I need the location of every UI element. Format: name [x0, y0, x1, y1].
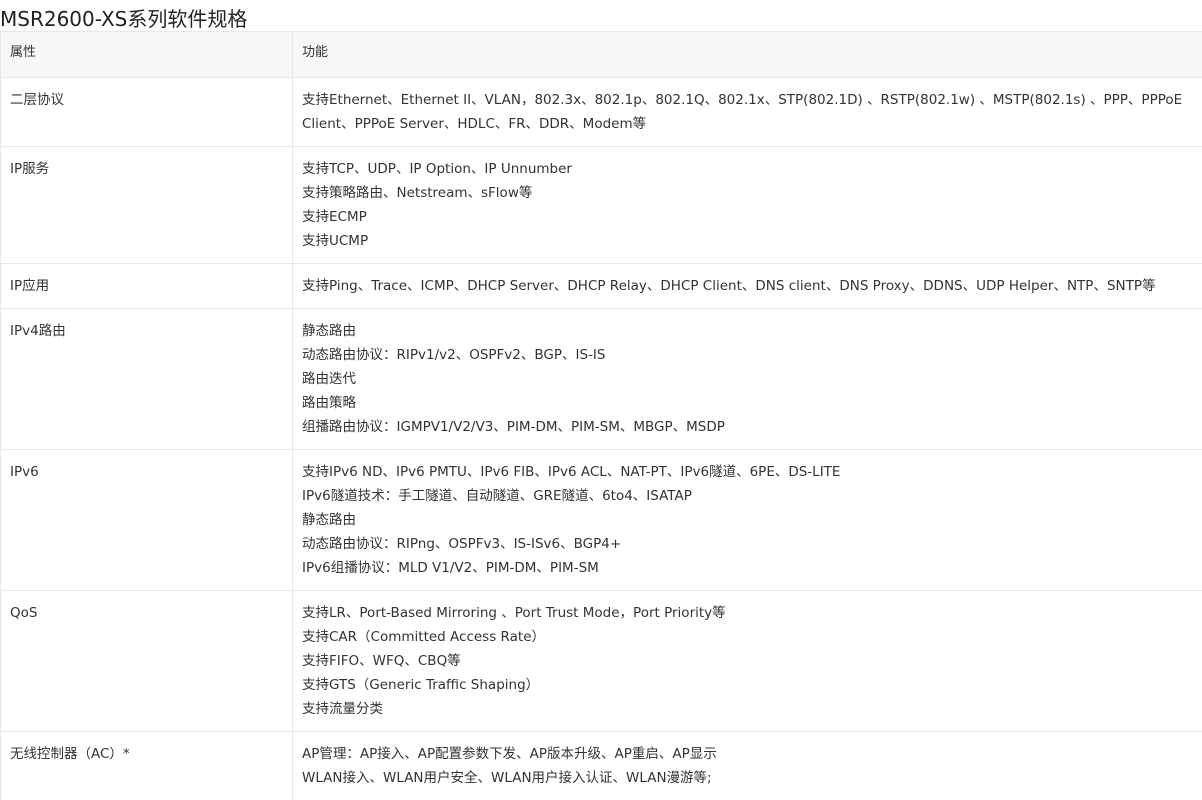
- feature-line: 路由迭代: [302, 367, 1194, 391]
- table-row: IP服务 支持TCP、UDP、IP Option、IP Unnumber 支持策…: [1, 147, 1202, 264]
- feature-line: 支持流量分类: [302, 697, 1194, 721]
- feature-line: 支持FIFO、WFQ、CBQ等: [302, 649, 1194, 673]
- row-features: 支持Ethernet、Ethernet II、VLAN，802.3x、802.1…: [293, 78, 1202, 147]
- row-features: 支持LR、Port-Based Mirroring 、Port Trust Mo…: [293, 591, 1202, 732]
- feature-line: AP管理：AP接入、AP配置参数下发、AP版本升级、AP重启、AP显示: [302, 742, 1194, 766]
- feature-line: 支持CAR（Committed Access Rate）: [302, 625, 1194, 649]
- table-header-row: 属性 功能: [1, 32, 1202, 78]
- page-title: MSR2600-XS系列软件规格: [0, 6, 247, 32]
- row-features: 支持TCP、UDP、IP Option、IP Unnumber 支持策略路由、N…: [293, 147, 1202, 264]
- feature-line: 动态路由协议：RIPng、OSPFv3、IS-ISv6、BGP4+: [302, 532, 1194, 556]
- feature-line: 支持LR、Port-Based Mirroring 、Port Trust Mo…: [302, 601, 1194, 625]
- feature-line: 支持GTS（Generic Traffic Shaping）: [302, 673, 1194, 697]
- row-features: AP管理：AP接入、AP配置参数下发、AP版本升级、AP重启、AP显示 WLAN…: [293, 732, 1202, 800]
- feature-line: 静态路由: [302, 319, 1194, 343]
- feature-line: 支持TCP、UDP、IP Option、IP Unnumber: [302, 157, 1194, 181]
- spec-table: 属性 功能 二层协议 支持Ethernet、Ethernet II、VLAN，8…: [0, 31, 1202, 800]
- row-attribute: IP应用: [1, 264, 293, 309]
- column-header-attribute: 属性: [1, 32, 293, 78]
- table-row: IPv4路由 静态路由 动态路由协议：RIPv1/v2、OSPFv2、BGP、I…: [1, 309, 1202, 450]
- feature-line: 支持IPv6 ND、IPv6 PMTU、IPv6 FIB、IPv6 ACL、NA…: [302, 460, 1194, 484]
- column-header-feature: 功能: [293, 32, 1202, 78]
- feature-line: WLAN接入、WLAN用户安全、WLAN用户接入认证、WLAN漫游等;: [302, 766, 1194, 790]
- table-row: IPv6 支持IPv6 ND、IPv6 PMTU、IPv6 FIB、IPv6 A…: [1, 450, 1202, 591]
- row-attribute: IPv4路由: [1, 309, 293, 450]
- feature-line: 支持Ping、Trace、ICMP、DHCP Server、DHCP Relay…: [302, 274, 1194, 298]
- feature-line: 支持UCMP: [302, 229, 1194, 253]
- feature-line: 路由策略: [302, 391, 1194, 415]
- feature-line: 组播路由协议：IGMPV1/V2/V3、PIM-DM、PIM-SM、MBGP、M…: [302, 415, 1194, 439]
- row-features: 支持Ping、Trace、ICMP、DHCP Server、DHCP Relay…: [293, 264, 1202, 309]
- row-attribute: IP服务: [1, 147, 293, 264]
- feature-line: IPv6隧道技术：手工隧道、自动隧道、GRE隧道、6to4、ISATAP: [302, 484, 1194, 508]
- feature-line: 静态路由: [302, 508, 1194, 532]
- row-attribute: IPv6: [1, 450, 293, 591]
- row-features: 支持IPv6 ND、IPv6 PMTU、IPv6 FIB、IPv6 ACL、NA…: [293, 450, 1202, 591]
- table-row: IP应用 支持Ping、Trace、ICMP、DHCP Server、DHCP …: [1, 264, 1202, 309]
- table-row: QoS 支持LR、Port-Based Mirroring 、Port Trus…: [1, 591, 1202, 732]
- feature-line: 支持Ethernet、Ethernet II、VLAN，802.3x、802.1…: [302, 88, 1194, 136]
- feature-line: IPv6组播协议：MLD V1/V2、PIM-DM、PIM-SM: [302, 556, 1194, 580]
- row-attribute: QoS: [1, 591, 293, 732]
- feature-line: 支持策略路由、Netstream、sFlow等: [302, 181, 1194, 205]
- feature-line: 动态路由协议：RIPv1/v2、OSPFv2、BGP、IS-IS: [302, 343, 1194, 367]
- table-row: 二层协议 支持Ethernet、Ethernet II、VLAN，802.3x、…: [1, 78, 1202, 147]
- table-row: 无线控制器（AC）* AP管理：AP接入、AP配置参数下发、AP版本升级、AP重…: [1, 732, 1202, 800]
- row-features: 静态路由 动态路由协议：RIPv1/v2、OSPFv2、BGP、IS-IS 路由…: [293, 309, 1202, 450]
- row-attribute: 二层协议: [1, 78, 293, 147]
- row-attribute: 无线控制器（AC）*: [1, 732, 293, 800]
- feature-line: 支持ECMP: [302, 205, 1194, 229]
